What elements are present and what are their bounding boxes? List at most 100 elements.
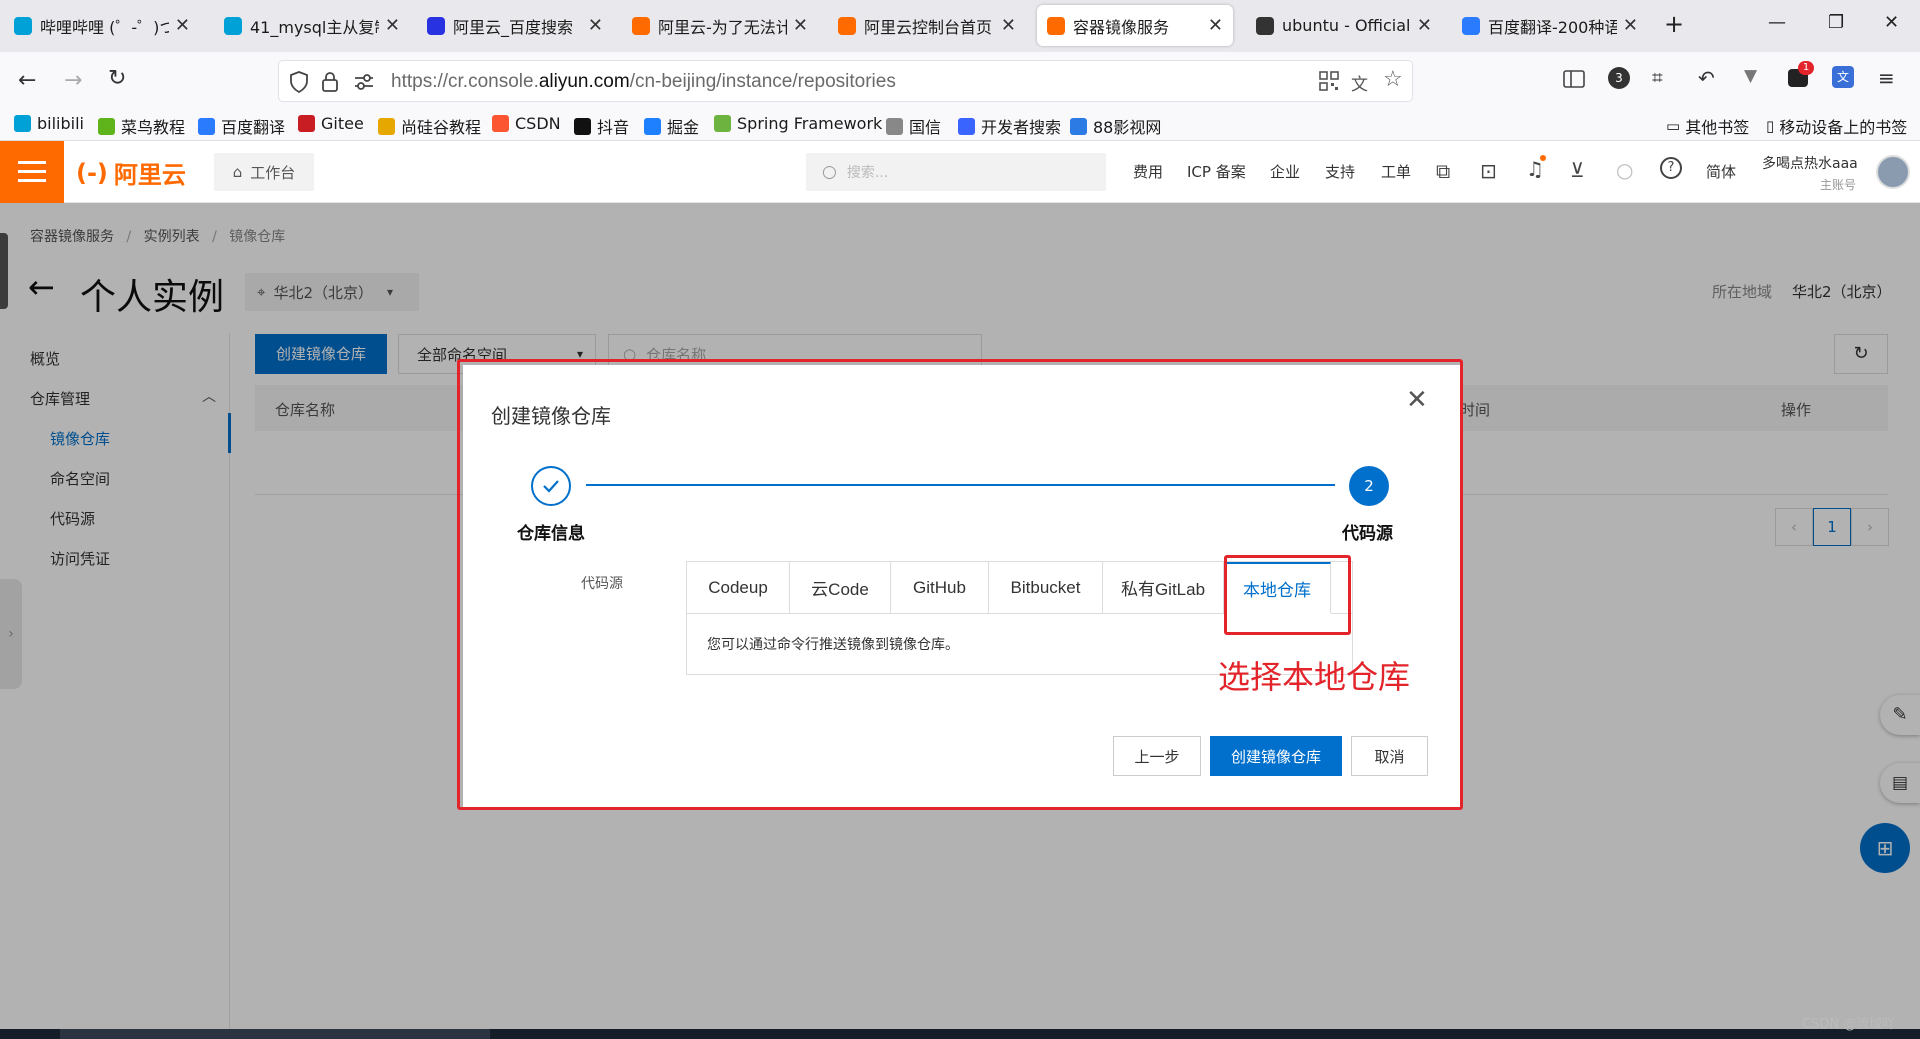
bookmark-item[interactable]: Spring Framework — [714, 114, 882, 133]
bookmark-item[interactable]: CSDN — [492, 114, 561, 133]
bookmark-label: 掘金 — [667, 118, 700, 137]
workbench-button[interactable]: ⌂ 工作台 — [214, 153, 314, 191]
browser-tab[interactable]: 容器镜像服务 ✕ — [1037, 5, 1233, 46]
browser-tab[interactable]: 41_mysql主从复制c ✕ — [214, 5, 410, 46]
close-tab-icon[interactable]: ✕ — [175, 15, 190, 36]
new-tab-icon[interactable]: + — [1664, 10, 1684, 38]
bookmarks-bar: bilibili 菜鸟教程 百度翻译 Gitee 尚硅谷教程 CSDN 抖音 掘金 Spring… — [0, 109, 1920, 141]
close-tab-icon[interactable]: ✕ — [1001, 15, 1016, 36]
bookmark-favicon-icon — [198, 117, 215, 135]
browser-tab[interactable]: ubuntu - Official In ✕ — [1246, 5, 1442, 46]
bookmark-label: Gitee — [321, 114, 364, 133]
bookmark-favicon-icon — [98, 117, 115, 135]
bookmark-star-icon[interactable]: ☆ — [1383, 67, 1403, 92]
close-tab-icon[interactable]: ✕ — [1623, 15, 1638, 36]
notification-dot — [1540, 155, 1546, 161]
aliyun-logo[interactable]: (-) 阿里云 — [76, 155, 186, 190]
tab-title: 容器镜像服务 — [1073, 17, 1170, 37]
bookmark-item[interactable]: 88影视网 — [1070, 114, 1161, 138]
browser-tab-bar: 哔哩哔哩 (゜-゜)つロ✕41_mysql主从复制c✕阿里云_百度搜索✕阿里云-… — [0, 0, 1920, 52]
help-icon[interactable]: ? — [1660, 157, 1682, 179]
bookmark-favicon-icon — [1070, 117, 1087, 135]
search-icon: ○ — [822, 162, 837, 182]
watermark: CSDN @流域吖 — [1802, 1017, 1896, 1032]
console-header: (-) 阿里云 ⌂ 工作台 ○ 搜索... 费用 ICP 备案 企业 支持 工单 ⧉ ⊡ … — [0, 141, 1920, 203]
language-switch[interactable]: 简体 — [1706, 161, 1736, 182]
console-search-input[interactable]: ○ 搜索... — [806, 153, 1106, 191]
close-window-icon[interactable]: ✕ — [1884, 12, 1899, 33]
bookmark-item[interactable]: 掘金 — [644, 114, 699, 138]
browser-tab[interactable]: 阿里云_百度搜索 ✕ — [417, 5, 613, 46]
back-icon[interactable]: ← — [18, 68, 36, 93]
restore-icon[interactable]: ❐ — [1828, 12, 1844, 33]
bookmark-item[interactable]: Gitee — [298, 114, 364, 133]
bookmark-item[interactable]: 百度翻译 — [198, 114, 285, 138]
address-bar[interactable]: https://cr.console.aliyun.com/cn-beijing… — [278, 60, 1413, 102]
forward-icon[interactable]: → — [64, 68, 82, 93]
reload-icon[interactable]: ↻ — [108, 66, 126, 91]
bookmark-label: 抖音 — [597, 118, 630, 137]
tab-title: 哔哩哔哩 (゜-゜)つロ — [40, 17, 169, 37]
annotation-tab-highlight — [1224, 555, 1351, 635]
bookmark-label: 尚硅谷教程 — [401, 118, 482, 137]
url-text[interactable]: https://cr.console.aliyun.com/cn-beijing… — [391, 71, 896, 93]
menu-icon[interactable]: ≡ — [1878, 66, 1895, 90]
qr-code-icon[interactable] — [1319, 71, 1339, 91]
bookmark-item[interactable]: 抖音 — [574, 114, 629, 138]
bookmark-favicon-icon — [14, 115, 31, 132]
browser-tab[interactable]: 阿里云控制台首页 ✕ — [828, 5, 1026, 46]
tab-title: 阿里云-为了无法计算 — [658, 17, 787, 37]
user-role: 主账号 — [1820, 178, 1857, 192]
browser-tab[interactable]: 百度翻译-200种语言 ✕ — [1452, 5, 1648, 46]
bookmark-item[interactable]: 尚硅谷教程 — [378, 114, 481, 138]
baidu-paw-icon — [427, 16, 445, 35]
close-tab-icon[interactable]: ✕ — [1208, 15, 1223, 36]
bookmark-favicon-icon — [714, 115, 731, 132]
translate-page-icon[interactable]: 文 — [1351, 70, 1368, 95]
code-icon[interactable]: ⧉ — [1436, 159, 1450, 183]
console-nav-item[interactable]: 企业 — [1270, 161, 1300, 182]
lock-icon[interactable] — [321, 71, 339, 93]
cart-icon[interactable]: ⊻ — [1570, 158, 1585, 182]
bookmark-other[interactable]: ▭ 其他书签 — [1666, 114, 1749, 138]
browser-tab[interactable]: 哔哩哔哩 (゜-゜)つロ ✕ — [4, 5, 200, 46]
bookmark-item[interactable]: 国信 — [886, 114, 941, 138]
console-nav-item[interactable]: 费用 — [1133, 161, 1163, 182]
console-nav-item[interactable]: ICP 备案 — [1187, 161, 1246, 182]
avatar[interactable] — [1876, 155, 1910, 189]
undo-icon[interactable]: ↶ — [1698, 66, 1715, 90]
close-tab-icon[interactable]: ✕ — [793, 15, 808, 36]
tab-title: 阿里云控制台首页 — [864, 17, 993, 37]
terminal-icon[interactable]: ⊡ — [1480, 159, 1497, 183]
extension-notify-icon[interactable]: 1 — [1788, 61, 1814, 87]
tab-title: 阿里云_百度搜索 — [453, 17, 574, 37]
close-tab-icon[interactable]: ✕ — [1417, 15, 1432, 36]
close-tab-icon[interactable]: ✕ — [385, 15, 400, 36]
crop-icon[interactable]: ⌗ — [1652, 67, 1663, 89]
hamburger-menu-icon[interactable] — [0, 141, 64, 203]
user-name[interactable]: 多喝点热水aaa — [1762, 153, 1858, 173]
sidebar-toggle-icon[interactable] — [1563, 70, 1585, 88]
vue-devtools-icon[interactable]: ▼ — [1744, 66, 1757, 86]
minimize-icon[interactable]: — — [1768, 12, 1786, 33]
extension-badge-icon[interactable]: 3 — [1608, 67, 1630, 89]
aliyun-icon — [1047, 16, 1065, 35]
bookmark-label: CSDN — [515, 114, 561, 133]
bookmark-label: 88影视网 — [1093, 118, 1162, 137]
bookmark-item[interactable]: bilibili — [14, 114, 84, 133]
bookmark-label: 国信 — [909, 118, 942, 137]
translator-extension-icon[interactable]: 文 — [1832, 66, 1854, 88]
bookmark-mobile[interactable]: ▯ 移动设备上的书签 — [1766, 114, 1907, 138]
console-nav-item[interactable]: 工单 — [1381, 161, 1411, 182]
bookmark-favicon-icon — [574, 117, 591, 135]
permissions-icon[interactable] — [353, 73, 375, 91]
console-nav-item[interactable]: 支持 — [1325, 161, 1355, 182]
browser-tab[interactable]: 阿里云-为了无法计算 ✕ — [622, 5, 818, 46]
bookmark-label: 百度翻译 — [221, 118, 286, 137]
bookmark-item[interactable]: 菜鸟教程 — [98, 114, 185, 138]
close-tab-icon[interactable]: ✕ — [588, 15, 603, 36]
lightbulb-icon[interactable]: ○ — [1616, 158, 1633, 182]
bookmark-favicon-icon — [958, 117, 975, 135]
shield-icon[interactable] — [289, 71, 309, 93]
bookmark-item[interactable]: 开发者搜索 — [958, 114, 1061, 138]
